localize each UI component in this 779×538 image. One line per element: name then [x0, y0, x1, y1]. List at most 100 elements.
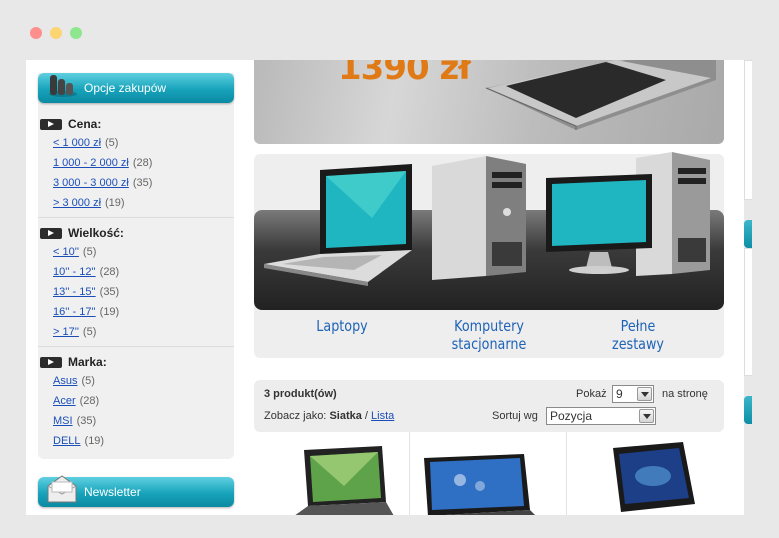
- category-laptops-label: Laptopy: [316, 317, 368, 335]
- laptop-image: [485, 60, 716, 130]
- filter-option: < 1 000 zł (5): [38, 133, 234, 153]
- newsletter-title: Newsletter: [84, 485, 141, 499]
- filter-option: 1 000 - 2 000 zł (28): [38, 153, 234, 173]
- product-card[interactable]: [567, 432, 724, 515]
- view-grid-active: Siatka: [329, 410, 362, 422]
- filter-option-count: (19): [84, 435, 105, 447]
- filter-group-label: Marka:: [68, 355, 107, 369]
- chevron-down-icon: [637, 387, 652, 401]
- sort-value: Pozycja: [550, 409, 593, 423]
- filter-option-link[interactable]: 13'' - 15'': [53, 286, 96, 298]
- right-column-box: [744, 248, 752, 376]
- filter-option: DELL (19): [38, 431, 234, 451]
- filter-option-link[interactable]: > 17'': [53, 326, 79, 338]
- filter-group-title: Cena:: [38, 115, 234, 133]
- product-laptop-image: [424, 454, 535, 515]
- filter-option-link[interactable]: > 3 000 zł: [53, 197, 101, 209]
- filter-option-link[interactable]: < 10'': [53, 246, 79, 258]
- filter-group: Cena: < 1 000 zł (5) 1 000 - 2 000 zł (28) 3 …: [38, 109, 234, 218]
- filter-group-title: Marka:: [38, 353, 234, 371]
- filter-option: < 10'' (5): [38, 242, 234, 262]
- product-laptop-image: [295, 446, 394, 515]
- filter-option-link[interactable]: < 1 000 zł: [53, 137, 101, 149]
- category-desktops-label-line2: stacjonarne: [451, 335, 527, 353]
- filter-option-count: (28): [99, 266, 120, 278]
- filter-option: Acer (28): [38, 391, 234, 411]
- close-window-dot[interactable]: [30, 27, 42, 39]
- category-desktops-link[interactable]: Komputery stacjonarne: [442, 317, 536, 353]
- filter-option-count: (35): [99, 286, 120, 298]
- view-mode: Zobacz jako: Siatka / Lista: [264, 410, 394, 422]
- envelope-icon: [47, 475, 77, 503]
- filter-option-link[interactable]: 16'' - 17'': [53, 306, 96, 318]
- filter-option-link[interactable]: MSI: [53, 415, 73, 427]
- filter-option-count: (5): [82, 246, 97, 258]
- filter-group-title: Wielkość:: [38, 224, 234, 242]
- filter-option-link[interactable]: Asus: [53, 375, 77, 387]
- product-grid: [254, 432, 724, 515]
- maximize-window-dot[interactable]: [70, 27, 82, 39]
- category-sets-label-line2: zestawy: [612, 335, 664, 353]
- play-arrow-icon: [40, 356, 62, 368]
- filter-option-link[interactable]: Acer: [53, 395, 76, 407]
- play-arrow-icon: [40, 227, 62, 239]
- per-page-label: na stronę: [662, 388, 708, 400]
- sort-select[interactable]: Pozycja: [546, 407, 656, 425]
- category-panel: Laptopy Komputery stacjonarne Pełne zest…: [254, 152, 724, 358]
- product-card[interactable]: [254, 432, 410, 515]
- show-label: Pokaż: [576, 388, 607, 400]
- shopping-options-header: Opcje zakupów: [38, 73, 234, 103]
- product-laptop-image: [613, 442, 695, 512]
- filter-option: 16'' - 17'' (19): [38, 302, 234, 322]
- desktop-set-category-image[interactable]: [542, 152, 722, 282]
- filter-group-label: Wielkość:: [68, 226, 124, 240]
- newsletter-header[interactable]: Newsletter: [38, 475, 234, 507]
- filter-option: 13'' - 15'' (35): [38, 282, 234, 302]
- filter-list: Cena: < 1 000 zł (5) 1 000 - 2 000 zł (28) 3 …: [38, 103, 234, 459]
- right-column-tab: [744, 220, 752, 248]
- filter-option-link[interactable]: 10'' - 12'': [53, 266, 96, 278]
- per-page-value: 9: [616, 387, 623, 401]
- minimize-window-dot[interactable]: [50, 27, 62, 39]
- play-arrow-icon: [40, 118, 62, 130]
- window-controls: [30, 27, 82, 39]
- product-card[interactable]: [410, 432, 567, 515]
- category-sets-link[interactable]: Pełne zestawy: [596, 317, 681, 353]
- per-page-select[interactable]: 9: [612, 385, 654, 403]
- filter-option-link[interactable]: DELL: [53, 435, 81, 447]
- filter-option-count: (28): [132, 157, 153, 169]
- filter-option: > 17'' (5): [38, 322, 234, 342]
- bar-chart-icon: [49, 75, 77, 97]
- view-list-link[interactable]: Lista: [371, 410, 394, 422]
- view-mode-label: Zobacz jako:: [264, 410, 327, 422]
- filter-option: 10'' - 12'' (28): [38, 262, 234, 282]
- filter-option-count: (35): [76, 415, 97, 427]
- filter-group-label: Cena:: [68, 117, 102, 131]
- filter-option: 3 000 - 3 000 zł (35): [38, 173, 234, 193]
- right-column-box: [744, 60, 752, 200]
- sidebar: Opcje zakupów Cena: < 1 000 zł (5) 1 000 - …: [38, 60, 234, 515]
- filter-option-count: (35): [132, 177, 153, 189]
- filter-option-count: (28): [79, 395, 100, 407]
- filter-option-count: (19): [99, 306, 120, 318]
- category-sets-label-line1: Pełne: [620, 317, 656, 335]
- laptop-category-image[interactable]: [262, 158, 422, 288]
- shopping-options-title: Opcje zakupów: [84, 81, 167, 95]
- filter-option: Asus (5): [38, 371, 234, 391]
- filter-group: Wielkość: < 10'' (5) 10'' - 12'' (28) 13'' - …: [38, 218, 234, 347]
- filter-option-count: (5): [82, 326, 97, 338]
- promo-banner[interactable]: 1390 zł: [254, 60, 724, 144]
- category-laptops-link[interactable]: Laptopy: [300, 317, 385, 335]
- filter-option-count: (5): [105, 137, 119, 149]
- banner-price: 1390 zł: [338, 60, 471, 88]
- product-toolbar: 3 produkt(ów) Pokaż 9 na stronę Zobacz j…: [254, 380, 724, 432]
- filter-option-link[interactable]: 3 000 - 3 000 zł: [53, 177, 129, 189]
- right-column-tab: [744, 396, 752, 424]
- filter-option-link[interactable]: 1 000 - 2 000 zł: [53, 157, 129, 169]
- filter-group: Marka: Asus (5) Acer (28) MSI (35) DELL (19): [38, 347, 234, 459]
- filter-option: MSI (35): [38, 411, 234, 431]
- desktop-category-image[interactable]: [426, 152, 536, 282]
- filter-option-count: (5): [81, 375, 95, 387]
- sort-label: Sortuj wg: [492, 410, 538, 422]
- shopping-options-box: Opcje zakupów Cena: < 1 000 zł (5) 1 000 - …: [38, 73, 234, 459]
